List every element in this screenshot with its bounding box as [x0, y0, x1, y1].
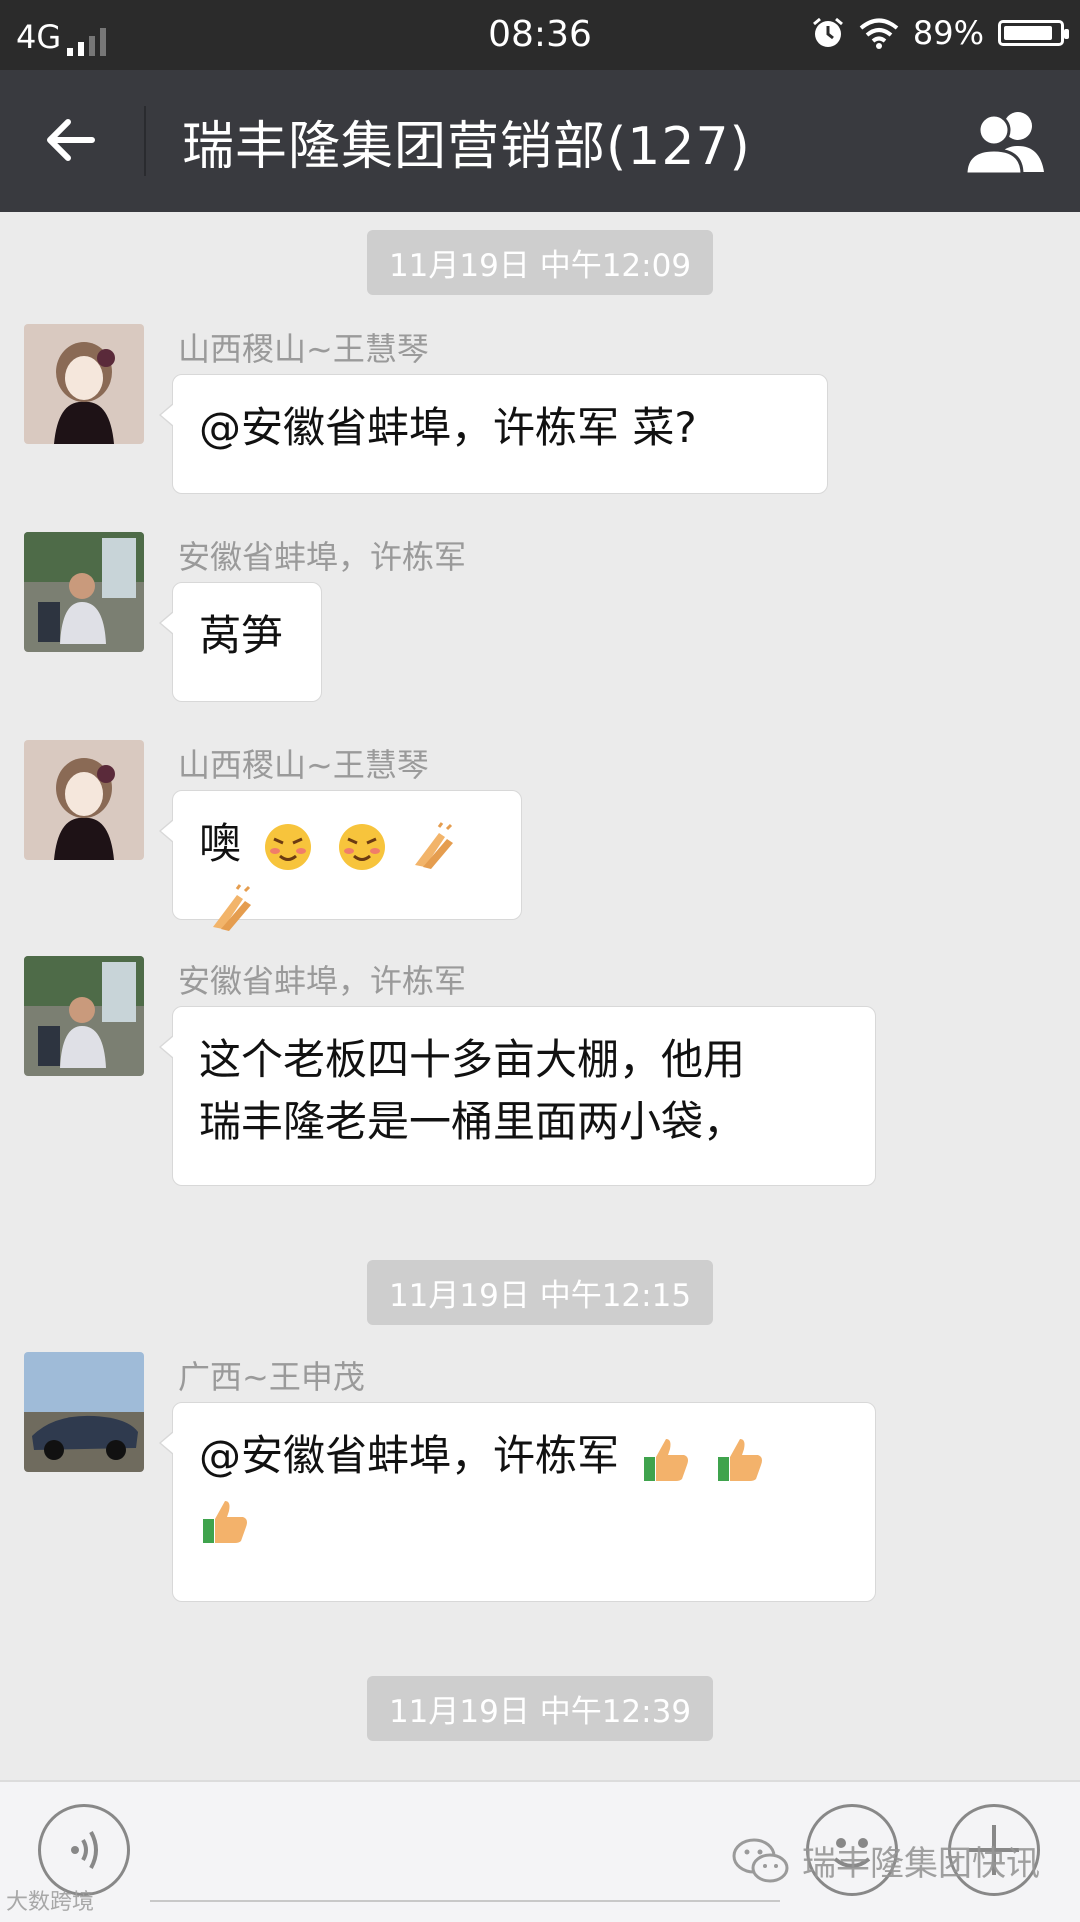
back-arrow-icon[interactable] [40, 110, 100, 170]
message-text: 噢 [199, 819, 242, 868]
thumbs-up-emoji-icon [644, 1438, 689, 1481]
thumbs-up-emoji-icon [717, 1438, 762, 1481]
message-text: 莴笋 [199, 611, 284, 660]
wifi-icon [859, 18, 899, 49]
battery-fill [1004, 26, 1052, 40]
message-bubble[interactable]: 噢 [159, 790, 522, 931]
avatar[interactable] [24, 324, 144, 444]
group-members-icon[interactable] [962, 106, 1050, 176]
message-text-line: 这个老板四十多亩大棚，他用 [199, 1035, 746, 1084]
message-bubble[interactable]: 这个老板四十多亩大棚，他用 瑞丰隆老是一桶里面两小袋， [159, 1006, 876, 1186]
voice-button[interactable] [38, 1804, 130, 1896]
sender-name: 广西~王申茂 [178, 1358, 365, 1396]
status-bar: 4G 08:36 89% [0, 0, 1080, 70]
battery-icon [998, 20, 1069, 46]
clap-emoji-icon [213, 883, 251, 931]
text-input[interactable] [150, 1900, 780, 1902]
sender-name: 安徽省蚌埠，许栋军 [178, 962, 467, 1000]
blush-emoji-icon [338, 823, 385, 870]
chat-area[interactable]: 11月19日 中午12:09 山西稷山~王慧琴 @安徽省蚌埠，许栋军 菜? 安徽… [0, 212, 1080, 1780]
avatar[interactable] [24, 956, 144, 1076]
timestamp-separator: 11月19日 中午12:09 [0, 230, 1080, 295]
avatar[interactable] [24, 532, 144, 652]
wechat-logo-icon [732, 1838, 789, 1882]
sender-name: 山西稷山~王慧琴 [178, 746, 429, 784]
thumbs-up-emoji-icon [203, 1500, 247, 1543]
watermark-text: 瑞丰隆集团快讯 [802, 1844, 1040, 1884]
sender-name: 安徽省蚌埠，许栋军 [178, 538, 467, 576]
group-title: 瑞丰隆集团营销部(127) [182, 117, 751, 177]
battery-percent: 89% [912, 14, 984, 52]
blush-emoji-icon [265, 823, 312, 870]
message-text: @安徽省蚌埠，许栋军 菜? [199, 403, 697, 452]
chat-header: 瑞丰隆集团营销部(127) [0, 70, 1080, 212]
clap-emoji-icon [415, 821, 454, 869]
voice-icon [71, 1831, 98, 1869]
message-text-line: 瑞丰隆老是一桶里面两小袋， [199, 1097, 746, 1146]
timestamp-separator: 11月19日 中午12:39 [0, 1676, 1080, 1741]
sender-name: 山西稷山~王慧琴 [178, 330, 429, 368]
message-bubble[interactable]: @安徽省蚌埠，许栋军 菜? [159, 374, 828, 494]
message-bubble[interactable]: 莴笋 [159, 582, 322, 702]
message-text: @安徽省蚌埠，许栋军 [199, 1431, 620, 1480]
message-bubble[interactable]: @安徽省蚌埠，许栋军 [159, 1402, 876, 1602]
header-divider [144, 106, 146, 176]
timestamp-separator: 11月19日 中午12:15 [0, 1260, 1080, 1325]
corner-watermark: 大数跨境 [6, 1890, 95, 1915]
avatar[interactable] [24, 740, 144, 860]
watermark: 瑞丰隆集团快讯 [732, 1836, 1040, 1885]
alarm-icon [812, 17, 843, 47]
avatar[interactable] [24, 1352, 144, 1472]
